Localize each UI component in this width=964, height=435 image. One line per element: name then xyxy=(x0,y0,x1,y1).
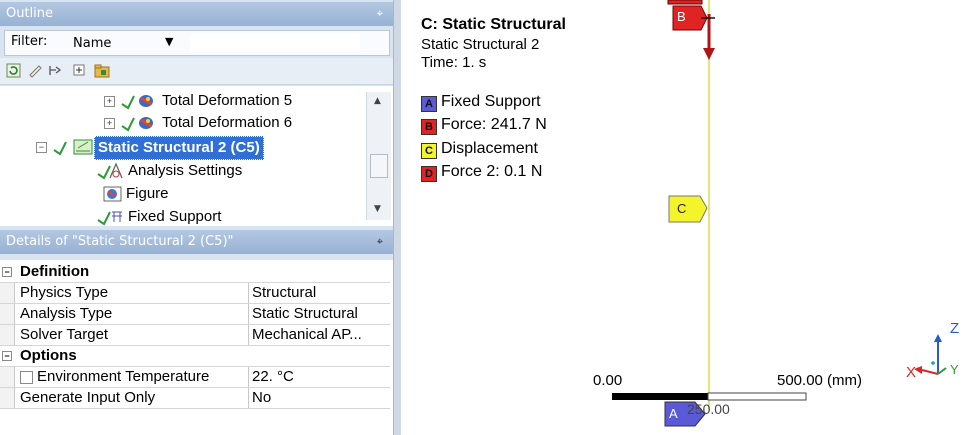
detail-value[interactable]: 22. °C xyxy=(252,367,390,387)
outline-panel-header: Outline ⌖ xyxy=(0,2,393,26)
tree-item-label: Total Deformation 6 xyxy=(162,114,293,131)
group-options[interactable]: − Options xyxy=(0,346,390,367)
details-panel-header: Details of "Static Structural 2 (C5)" ⌖ xyxy=(0,230,393,254)
outline-tree: + Total Deformation 5 + Total Deformatio… xyxy=(0,86,393,226)
triad-y-label: Y xyxy=(950,362,959,377)
pin-icon[interactable]: ⌖ xyxy=(377,2,383,26)
tree-item-label: Fixed Support xyxy=(128,208,222,225)
detail-value[interactable]: Mechanical AP... xyxy=(252,325,390,345)
fixed-support-icon xyxy=(96,206,126,226)
tree-item-label: Static Structural 2 (C5) xyxy=(94,136,264,160)
detail-row[interactable]: Physics Type Structural xyxy=(0,283,390,304)
triad-z-label: Z xyxy=(950,320,960,337)
collapse-icon[interactable]: − xyxy=(36,142,47,153)
filter-input[interactable] xyxy=(190,34,360,52)
left-panel: Outline ⌖ Filter: Name ▼ + Total Deforma… xyxy=(0,0,393,435)
detail-key: Environment Temperature xyxy=(37,368,210,385)
expand-icon[interactable]: + xyxy=(104,96,115,107)
detail-key: Analysis Type xyxy=(20,305,113,322)
edit-icon[interactable] xyxy=(28,63,43,78)
detail-key: Physics Type xyxy=(20,284,109,301)
filter-bar: Filter: Name ▼ xyxy=(4,30,390,56)
detail-key-with-checkbox: Environment Temperature xyxy=(20,367,209,387)
group-label: Definition xyxy=(20,263,90,280)
outline-title: Outline xyxy=(6,6,54,21)
detail-key: Generate Input Only xyxy=(20,389,156,406)
detail-value[interactable]: Static Structural xyxy=(252,304,390,324)
force-tag-label: B xyxy=(677,9,686,24)
scroll-up-icon[interactable]: ▲ xyxy=(374,96,381,106)
detail-value[interactable]: No xyxy=(252,388,390,408)
pin-icon[interactable]: ⌖ xyxy=(377,230,383,254)
tree-item-label: Figure xyxy=(126,185,169,202)
expand-icon[interactable]: + xyxy=(104,118,115,129)
tree-item-label: Analysis Settings xyxy=(128,162,243,179)
tree-filter-icon[interactable] xyxy=(48,63,63,78)
scroll-thumb[interactable] xyxy=(370,154,388,178)
graphics-viewport[interactable]: C: Static Structural Static Structural 2… xyxy=(401,0,964,435)
collapse-icon[interactable]: − xyxy=(2,267,12,277)
chevron-down-icon[interactable]: ▼ xyxy=(165,35,173,48)
collapse-icon[interactable]: − xyxy=(2,351,12,361)
displacement-tag-label: C xyxy=(677,201,687,216)
filter-label: Filter: xyxy=(11,34,48,49)
detail-value[interactable]: Structural xyxy=(252,283,390,303)
group-definition[interactable]: − Definition xyxy=(0,262,390,283)
scale-right-label: 500.00 (mm) xyxy=(777,372,863,389)
analysis-icon xyxy=(52,136,96,165)
scale-mid-label: 250.00 xyxy=(687,401,730,417)
detail-key: Solver Target xyxy=(20,326,109,343)
tree-scrollbar[interactable]: ▲ ▼ xyxy=(366,92,391,220)
outline-toolbar xyxy=(0,58,393,85)
parameter-checkbox[interactable] xyxy=(20,370,33,384)
refresh-icon[interactable] xyxy=(6,63,21,78)
folder-icon[interactable] xyxy=(94,63,110,78)
tree-item-label: Total Deformation 5 xyxy=(162,92,293,109)
filter-select[interactable]: Name xyxy=(73,36,111,51)
scroll-down-icon[interactable]: ▼ xyxy=(374,204,381,214)
detail-row[interactable]: Generate Input Only No xyxy=(0,388,390,409)
group-label: Options xyxy=(20,347,77,364)
expand-all-icon[interactable] xyxy=(72,63,87,78)
triad-x-label: X xyxy=(906,364,917,381)
details-grid: − Definition Physics Type Structural Ana… xyxy=(0,260,393,435)
scale-left-label: 0.00 xyxy=(593,372,623,389)
model-geometry xyxy=(612,0,807,427)
detail-row[interactable]: Analysis Type Static Structural xyxy=(0,304,390,325)
fixed-support-tag-label: A xyxy=(669,406,678,421)
detail-row[interactable]: Solver Target Mechanical AP... xyxy=(0,325,390,346)
details-title: Details of "Static Structural 2 (C5)" xyxy=(6,234,234,249)
detail-row[interactable]: Environment Temperature 22. °C xyxy=(0,367,390,388)
